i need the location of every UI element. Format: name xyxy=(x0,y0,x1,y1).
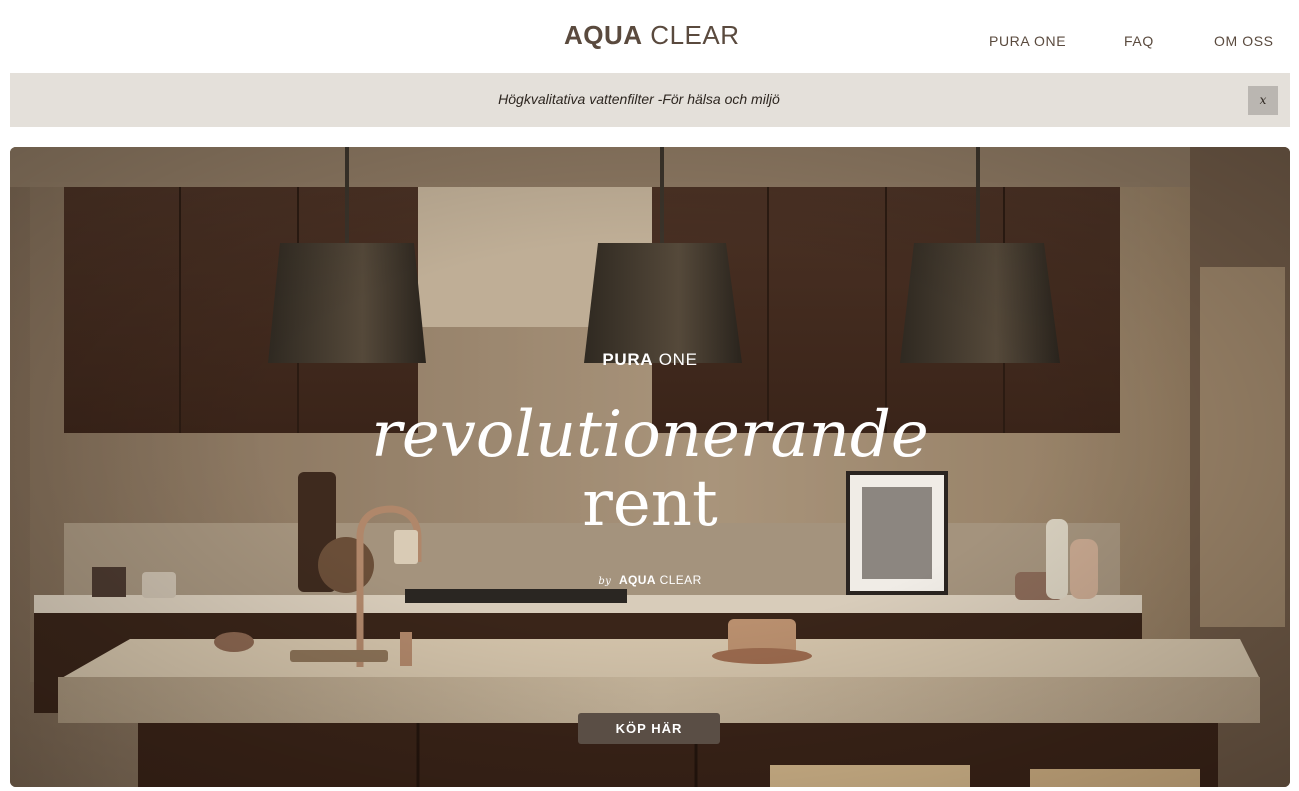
hero-headline-plain: rent xyxy=(582,467,718,541)
buy-button[interactable]: KÖP HÄR xyxy=(578,713,720,744)
nav-om-oss[interactable]: OM OSS xyxy=(1214,33,1274,49)
byline-light: CLEAR xyxy=(659,573,702,587)
close-announcement-button[interactable]: x xyxy=(1248,86,1278,115)
logo-light: CLEAR xyxy=(650,20,740,50)
logo-bold: AQUA xyxy=(564,20,643,50)
site-logo[interactable]: AQUA CLEAR xyxy=(564,20,740,51)
byline-bold: AQUA xyxy=(618,573,656,587)
hero-byline: by AQUA CLEAR xyxy=(10,573,1290,587)
nav-faq[interactable]: FAQ xyxy=(1124,33,1154,49)
hero-section: PURA ONE revolutionerande rent by AQUA C… xyxy=(10,147,1290,787)
nav-pura-one[interactable]: PURA ONE xyxy=(989,33,1066,49)
announcement-text: Högkvalitativa vattenfilter -För hälsa o… xyxy=(498,91,780,107)
site-header: AQUA CLEAR PURA ONE FAQ OM OSS xyxy=(0,0,1299,73)
byline-by: by xyxy=(598,576,612,587)
hero-headline-italic: revolutionerande xyxy=(371,398,929,472)
announcement-bar: Högkvalitativa vattenfilter -För hälsa o… xyxy=(10,73,1290,127)
product-name: PURA ONE xyxy=(10,350,1290,370)
product-name-light: ONE xyxy=(658,350,698,369)
product-name-bold: PURA xyxy=(602,350,654,369)
